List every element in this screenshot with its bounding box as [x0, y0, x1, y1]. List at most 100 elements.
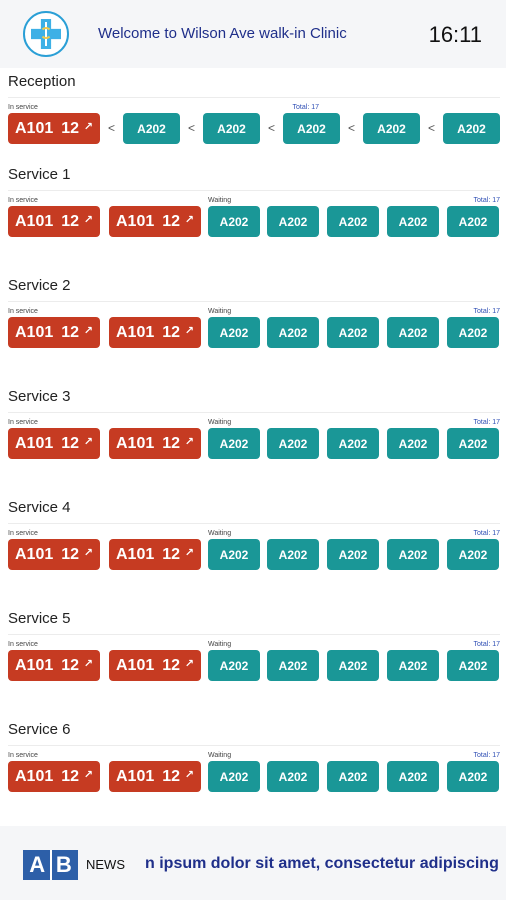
ticket-code: A101: [15, 656, 54, 674]
logo-letter-a: A: [29, 852, 46, 877]
in-service-ticket: A101 12 ↗: [8, 761, 100, 792]
waiting-ticket: A202: [387, 650, 439, 681]
total-label: Total: 17: [473, 308, 500, 315]
ticket-code: A101: [116, 212, 155, 230]
arrow-up-right-icon: ↗: [83, 121, 93, 133]
waiting-label: Waiting: [208, 419, 232, 426]
ticket-code: A101: [116, 767, 155, 785]
divider: [8, 412, 500, 413]
waiting-ticket: A202: [447, 317, 499, 348]
welcome-title: Welcome to Wilson Ave walk-in Clinic: [98, 25, 347, 42]
waiting-ticket: A202: [208, 428, 260, 459]
medical-cross-icon: [31, 19, 61, 49]
total-label: Total: 17: [473, 530, 500, 537]
service-section: Service 4 In service Waiting Total: 17 A101 1…: [8, 499, 500, 573]
waiting-ticket: A202: [327, 206, 379, 237]
ticket-number: 12: [61, 767, 79, 785]
ticket-code: A101: [116, 323, 155, 341]
queue-ticket: A202: [203, 113, 260, 144]
waiting-ticket: A202: [208, 317, 260, 348]
waiting-ticket: A202: [327, 650, 379, 681]
waiting-ticket: A202: [447, 428, 499, 459]
in-service-ticket: A101 12 ↗: [109, 317, 201, 348]
divider: [8, 301, 500, 302]
waiting-ticket: A202: [387, 428, 439, 459]
ticket-code: A101: [116, 545, 155, 563]
queue-ticket: A202: [443, 113, 500, 144]
ticket-code: A101: [116, 656, 155, 674]
in-service-label: In service: [8, 641, 38, 648]
waiting-label: Waiting: [208, 641, 232, 648]
service-row: A101 12 ↗ A101 12 ↗ A202 A202 A202 A202 A202: [8, 317, 500, 348]
section-title: Service 2: [8, 277, 71, 294]
waiting-ticket: A202: [327, 539, 379, 570]
service-row: A101 12 ↗ A101 12 ↗ A202 A202 A202 A202 A202: [8, 761, 500, 792]
waiting-ticket: A202: [447, 206, 499, 237]
in-service-ticket: A101 12 ↗: [109, 539, 201, 570]
arrow-up-right-icon: ↗: [83, 436, 93, 448]
news-footer: A B NEWS n ipsum dolor sit amet, consect…: [0, 826, 506, 900]
reception-row: A101 12 ↗ < A202 < A202 < A202 < A202 < …: [8, 113, 500, 144]
waiting-ticket: A202: [327, 317, 379, 348]
waiting-ticket: A202: [447, 539, 499, 570]
waiting-ticket: A202: [327, 428, 379, 459]
in-service-label: In service: [8, 530, 38, 537]
waiting-ticket: A202: [267, 650, 319, 681]
ticket-number: 12: [162, 434, 180, 452]
service-row: A101 12 ↗ A101 12 ↗ A202 A202 A202 A202 A202: [8, 650, 500, 681]
waiting-ticket: A202: [267, 539, 319, 570]
arrow-up-right-icon: ↗: [184, 214, 194, 226]
ticket-code: A101: [116, 434, 155, 452]
divider: [8, 745, 500, 746]
waiting-ticket: A202: [387, 761, 439, 792]
reception-section: Reception In service Total: 17 A101 12 ↗…: [8, 73, 500, 157]
in-service-ticket: A101 12 ↗: [8, 539, 100, 570]
arrow-up-right-icon: ↗: [184, 769, 194, 781]
ticket-code: A101: [15, 767, 54, 785]
section-title: Service 3: [8, 388, 71, 405]
chevron-left-icon: <: [188, 121, 196, 135]
ticket-number: 12: [61, 323, 79, 341]
in-service-ticket: A101 12 ↗: [8, 650, 100, 681]
service-section: Service 1 In service Waiting Total: 17 A101 1…: [8, 166, 500, 240]
ticket-number: 12: [162, 767, 180, 785]
section-title: Service 4: [8, 499, 71, 516]
service-section: Service 6 In service Waiting Total: 17 A101 1…: [8, 721, 500, 795]
ticket-number: 12: [162, 545, 180, 563]
ab-news-logo: A B: [23, 850, 78, 880]
logo-letter-b: B: [55, 852, 72, 877]
in-service-ticket: A101 12 ↗: [8, 317, 100, 348]
service-row: A101 12 ↗ A101 12 ↗ A202 A202 A202 A202 A202: [8, 539, 500, 570]
in-service-label: In service: [8, 197, 38, 204]
in-service-ticket: A101 12 ↗: [8, 428, 100, 459]
in-service-ticket: A101 12 ↗: [109, 761, 201, 792]
waiting-ticket: A202: [267, 206, 319, 237]
divider: [8, 97, 500, 98]
news-label: NEWS: [86, 857, 125, 872]
queue-ticket: A202: [363, 113, 420, 144]
service-row: A101 12 ↗ A101 12 ↗ A202 A202 A202 A202 A202: [8, 428, 500, 459]
total-label: Total: 17: [473, 752, 500, 759]
ticket-code: A101: [15, 545, 54, 563]
in-service-label: In service: [8, 104, 38, 111]
waiting-ticket: A202: [447, 761, 499, 792]
service-section: Service 2 In service Waiting Total: 17 A101 1…: [8, 277, 500, 351]
waiting-ticket: A202: [327, 761, 379, 792]
news-ticker: n ipsum dolor sit amet, consectetur adip…: [145, 855, 499, 872]
ticket-number: 12: [61, 212, 79, 230]
waiting-ticket: A202: [267, 428, 319, 459]
clock: 16:11: [428, 22, 482, 47]
waiting-label: Waiting: [208, 530, 232, 537]
arrow-up-right-icon: ↗: [83, 769, 93, 781]
total-label: Total: 17: [473, 197, 500, 204]
arrow-up-right-icon: ↗: [184, 436, 194, 448]
section-title: Service 1: [8, 166, 71, 183]
in-service-ticket: A101 12 ↗: [109, 428, 201, 459]
in-service-ticket: A101 12 ↗: [109, 650, 201, 681]
section-title: Service 6: [8, 721, 71, 738]
queue-ticket: A202: [123, 113, 180, 144]
arrow-up-right-icon: ↗: [83, 547, 93, 559]
divider: [8, 634, 500, 635]
ticket-number: 12: [61, 545, 79, 563]
waiting-ticket: A202: [387, 317, 439, 348]
